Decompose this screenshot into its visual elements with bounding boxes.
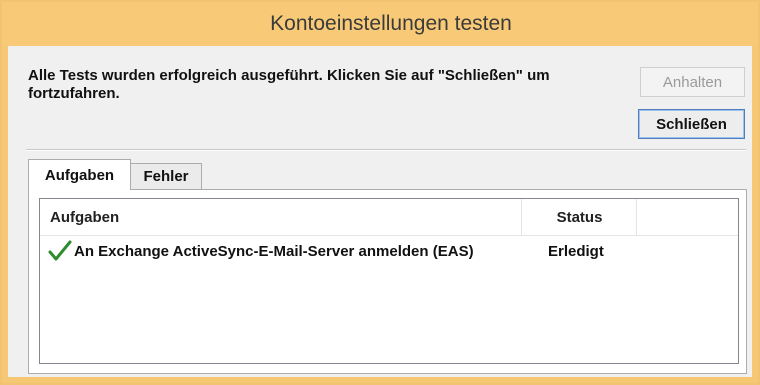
dialog-body: Alle Tests wurden erfolgreich ausgeführt… [8,46,752,377]
task-list[interactable]: Aufgaben Status An Exchange ActiveSync-E… [39,198,739,364]
dialog-window: Kontoeinstellungen testen Alle Tests wur… [0,0,760,385]
task-name: An Exchange ActiveSync-E-Mail-Server anm… [74,242,474,260]
list-header: Aufgaben Status [40,199,738,236]
tab-aufgaben[interactable]: Aufgaben [28,159,131,190]
title-bar[interactable]: Kontoeinstellungen testen [2,2,758,46]
column-header-tasks[interactable]: Aufgaben [50,199,510,235]
tab-fehler[interactable]: Fehler [130,163,202,189]
divider [26,149,746,151]
table-row[interactable]: An Exchange ActiveSync-E-Mail-Server anm… [40,236,738,266]
task-status: Erledigt [548,242,604,260]
window-title: Kontoeinstellungen testen [270,12,512,35]
column-header-status[interactable]: Status [521,199,637,235]
tab-panel: Aufgaben Status An Exchange ActiveSync-E… [28,189,747,374]
status-message: Alle Tests wurden erfolgreich ausgeführt… [28,67,550,102]
stop-button[interactable]: Anhalten [640,67,745,97]
column-header-empty [636,199,739,235]
check-icon [48,240,72,262]
close-button[interactable]: Schließen [638,109,745,139]
